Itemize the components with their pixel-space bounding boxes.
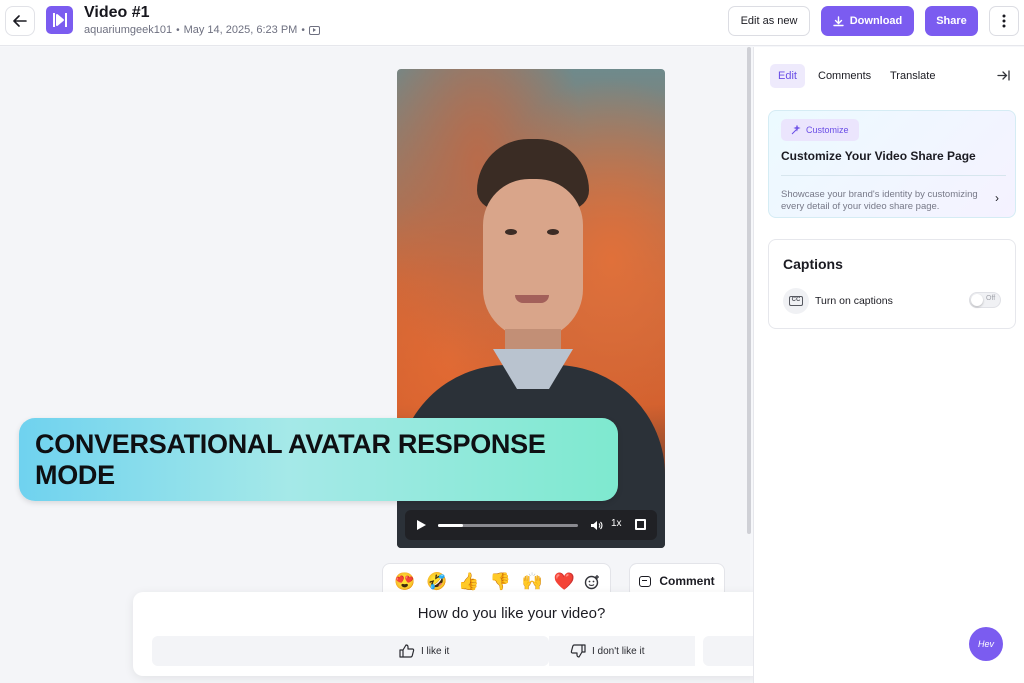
like-button[interactable]: I like it	[399, 644, 449, 658]
app-logo[interactable]	[46, 6, 73, 34]
progress-fill	[438, 524, 464, 527]
chevron-right-icon[interactable]: ›	[995, 191, 999, 205]
reaction-heart-eyes[interactable]: 😍	[393, 572, 417, 592]
reaction-thumbs-up[interactable]: 👍	[457, 572, 481, 592]
progress-bar[interactable]	[438, 524, 578, 527]
more-button[interactable]	[989, 6, 1019, 36]
cc-icon: CC	[789, 296, 803, 306]
more-vertical-icon	[1002, 14, 1006, 28]
edit-as-new-button[interactable]: Edit as new	[728, 6, 810, 36]
dislike-button[interactable]: I don't like it	[570, 644, 645, 658]
customize-description: Showcase your brand's identity by custom…	[781, 189, 978, 212]
play-icon[interactable]	[417, 520, 426, 530]
playback-speed[interactable]: 1x	[611, 518, 622, 529]
back-button[interactable]	[5, 6, 35, 36]
share-button[interactable]: Share	[925, 6, 978, 36]
toggle-knob	[971, 294, 983, 306]
avatar-mouth	[515, 295, 549, 303]
thumbs-up-icon	[399, 644, 415, 658]
heygen-logo-icon	[52, 13, 67, 27]
volume-icon[interactable]	[589, 518, 603, 532]
tab-translate[interactable]: Translate	[882, 64, 943, 88]
video-title[interactable]: Video #1	[84, 4, 150, 22]
avatar-eye-right	[547, 229, 559, 235]
reaction-raised-hands[interactable]: 🙌	[520, 572, 544, 592]
banner-text: CONVERSATIONAL AVATAR RESPONSE MODE	[35, 428, 546, 490]
dislike-label: I don't like it	[592, 645, 645, 657]
captions-title: Captions	[783, 256, 843, 272]
customize-title: Customize Your Video Share Page	[781, 149, 976, 163]
magic-wand-icon	[791, 125, 801, 135]
collapse-right-icon	[996, 69, 1010, 81]
created-date: May 14, 2025, 6:23 PM	[183, 24, 298, 36]
player-controls: 1x	[405, 510, 657, 540]
tab-edit[interactable]: Edit	[770, 64, 805, 88]
arrow-left-icon	[13, 15, 27, 27]
captions-card: Captions CC Turn on captions Off	[768, 239, 1016, 329]
download-label: Download	[849, 15, 903, 27]
captions-toggle-label: Turn on captions	[815, 295, 893, 307]
customize-card[interactable]: Customize Customize Your Video Share Pag…	[768, 110, 1016, 218]
toggle-state: Off	[986, 295, 996, 302]
add-reaction-icon[interactable]	[584, 574, 600, 590]
video-meta: aquariumgeek101 • May 14, 2025, 6:23 PM …	[84, 24, 320, 36]
customize-badge-label: Customize	[806, 125, 849, 135]
download-icon	[833, 15, 844, 26]
comment-icon	[639, 575, 652, 587]
fullscreen-icon[interactable]	[635, 519, 646, 530]
like-option-area[interactable]	[152, 636, 549, 666]
captions-icon: CC	[783, 288, 809, 314]
main-scrollbar[interactable]	[747, 47, 751, 534]
divider	[781, 175, 1006, 176]
assistant-button[interactable]: Hev	[969, 627, 1003, 661]
top-bar: Video #1 aquariumgeek101 • May 14, 2025,…	[0, 0, 1024, 46]
reaction-heart[interactable]: ❤️	[552, 572, 576, 592]
download-button[interactable]: Download	[821, 6, 914, 36]
video-icon	[308, 25, 320, 35]
captions-toggle[interactable]: Off	[969, 292, 1001, 308]
reaction-rofl[interactable]: 🤣	[425, 572, 449, 592]
avatar-face	[483, 179, 583, 339]
comment-label: Comment	[659, 574, 715, 588]
thumbs-down-icon	[570, 644, 586, 658]
like-label: I like it	[421, 645, 450, 657]
reaction-thumbs-down[interactable]: 👎	[488, 572, 512, 592]
avatar-eye-left	[505, 229, 517, 235]
collapse-panel-button[interactable]	[994, 66, 1012, 84]
side-panel: Edit Comments Translate Customize Custom…	[753, 47, 1024, 683]
promo-banner: CONVERSATIONAL AVATAR RESPONSE MODE	[19, 418, 618, 501]
author-name: aquariumgeek101	[84, 24, 173, 36]
tab-comments[interactable]: Comments	[810, 64, 879, 88]
customize-badge: Customize	[781, 119, 859, 141]
